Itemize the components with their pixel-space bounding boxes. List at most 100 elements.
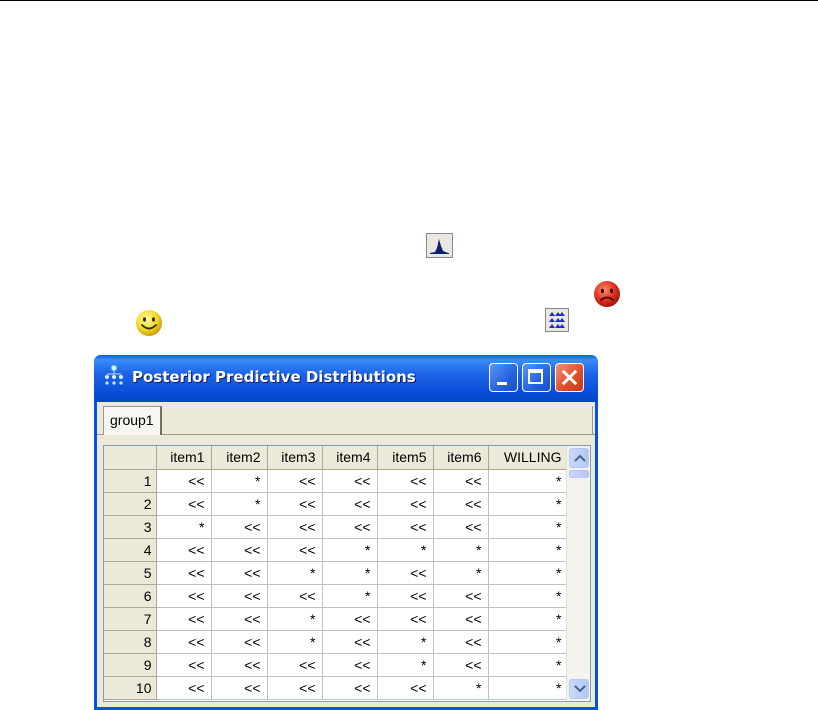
grid-cell[interactable]: * [267,607,323,631]
grid-cell[interactable]: * [488,676,569,700]
grid-cell[interactable]: * [488,584,569,608]
row-header[interactable]: 7 [104,607,157,631]
grid-cell[interactable]: << [433,469,489,493]
grid-cell[interactable]: * [211,492,268,516]
column-header[interactable]: item2 [211,446,268,470]
row-header[interactable]: 6 [104,584,157,608]
grid-cell[interactable]: << [267,515,323,539]
grid-cell[interactable]: << [433,607,489,631]
grid-cell[interactable]: << [211,538,268,562]
grid-cell[interactable]: << [322,469,378,493]
grid-cell[interactable]: * [488,607,569,631]
grid-cell[interactable]: * [488,469,569,493]
grid-cell[interactable]: << [267,492,323,516]
grid-cell[interactable]: << [377,515,434,539]
grid-cell[interactable]: << [377,584,434,608]
window-title: Posterior Predictive Distributions [132,368,416,386]
grid-cell[interactable]: << [322,515,378,539]
predictive-grid[interactable]: item1 item2 item3 item4 item5 item6 WILLING 1 <… [103,445,591,702]
grid-cell[interactable]: << [322,630,378,654]
grid-cell[interactable]: * [488,561,569,585]
row-header[interactable]: 10 [104,676,157,700]
row-header[interactable]: 8 [104,630,157,654]
grid-cell[interactable]: << [433,515,489,539]
grid-cell[interactable]: * [488,515,569,539]
grid-cell[interactable]: << [211,607,268,631]
scroll-up-button[interactable] [569,448,589,468]
grid-cell[interactable]: << [322,676,378,700]
grid-cell[interactable]: << [433,653,489,677]
grid-cell[interactable]: << [267,676,323,700]
grid-cell[interactable]: << [156,630,212,654]
grid-cell[interactable]: << [211,515,268,539]
grid-cell[interactable]: * [377,653,434,677]
grid-cell[interactable]: << [433,492,489,516]
grid-cell[interactable]: * [488,630,569,654]
grid-cell[interactable]: * [211,469,268,493]
grid-cell[interactable]: * [377,630,434,654]
grid-cell[interactable]: * [488,492,569,516]
column-header[interactable]: item6 [433,446,489,470]
grid-cell[interactable]: * [377,538,434,562]
grid-cell[interactable]: * [488,653,569,677]
column-header[interactable]: WILLING [488,446,569,470]
grid-cell[interactable]: * [156,515,212,539]
grid-cell[interactable]: << [211,561,268,585]
grid-cell[interactable]: << [267,653,323,677]
column-header[interactable]: item1 [156,446,212,470]
grid-cell[interactable]: << [156,469,212,493]
grid-cell[interactable]: << [322,607,378,631]
grid-cell[interactable]: * [267,630,323,654]
grid-cell[interactable]: << [156,584,212,608]
grid-cell[interactable]: * [488,538,569,562]
column-header[interactable]: item5 [377,446,434,470]
grid-cell[interactable]: * [322,584,378,608]
grid-cell[interactable]: << [211,676,268,700]
grid-cell[interactable]: << [377,469,434,493]
column-header[interactable]: item4 [322,446,378,470]
grid-cell[interactable]: * [322,561,378,585]
window-titlebar[interactable]: Posterior Predictive Distributions [94,355,598,402]
grid-cell[interactable]: << [156,607,212,631]
grid-cell[interactable]: << [156,653,212,677]
posterior-density-icon[interactable] [426,233,453,258]
scroll-down-button[interactable] [569,679,589,699]
grid-cell[interactable]: << [156,492,212,516]
grid-cell[interactable]: << [211,584,268,608]
grid-cell[interactable]: * [267,561,323,585]
row-header[interactable]: 1 [104,469,157,493]
grid-cell[interactable]: << [156,538,212,562]
minimize-button[interactable] [489,363,518,392]
grid-cell[interactable]: << [377,676,434,700]
grid-cell[interactable]: << [156,676,212,700]
grid-cell[interactable]: << [377,492,434,516]
vertical-scrollbar[interactable] [566,446,590,701]
maximize-button[interactable] [522,363,551,392]
grid-cell[interactable]: << [322,492,378,516]
column-header[interactable]: item3 [267,446,323,470]
grid-cell[interactable]: * [433,561,489,585]
close-button[interactable] [555,363,584,392]
row-header[interactable]: 3 [104,515,157,539]
scroll-thumb[interactable] [569,470,589,478]
grid-cell[interactable]: << [267,584,323,608]
grid-cell[interactable]: * [433,676,489,700]
grid-cell[interactable]: * [322,538,378,562]
posterior-predictive-icon[interactable] [545,308,569,332]
grid-cell[interactable]: << [433,584,489,608]
tab-group1[interactable]: group1 [103,406,162,435]
grid-cell[interactable]: << [211,630,268,654]
grid-cell[interactable]: << [267,469,323,493]
row-header[interactable]: 2 [104,492,157,516]
grid-cell[interactable]: << [156,561,212,585]
row-header[interactable]: 5 [104,561,157,585]
grid-cell[interactable]: * [433,538,489,562]
grid-cell[interactable]: << [377,607,434,631]
grid-cell[interactable]: << [211,653,268,677]
grid-cell[interactable]: << [433,630,489,654]
grid-cell[interactable]: << [267,538,323,562]
grid-cell[interactable]: << [377,561,434,585]
row-header[interactable]: 9 [104,653,157,677]
row-header[interactable]: 4 [104,538,157,562]
grid-cell[interactable]: << [322,653,378,677]
